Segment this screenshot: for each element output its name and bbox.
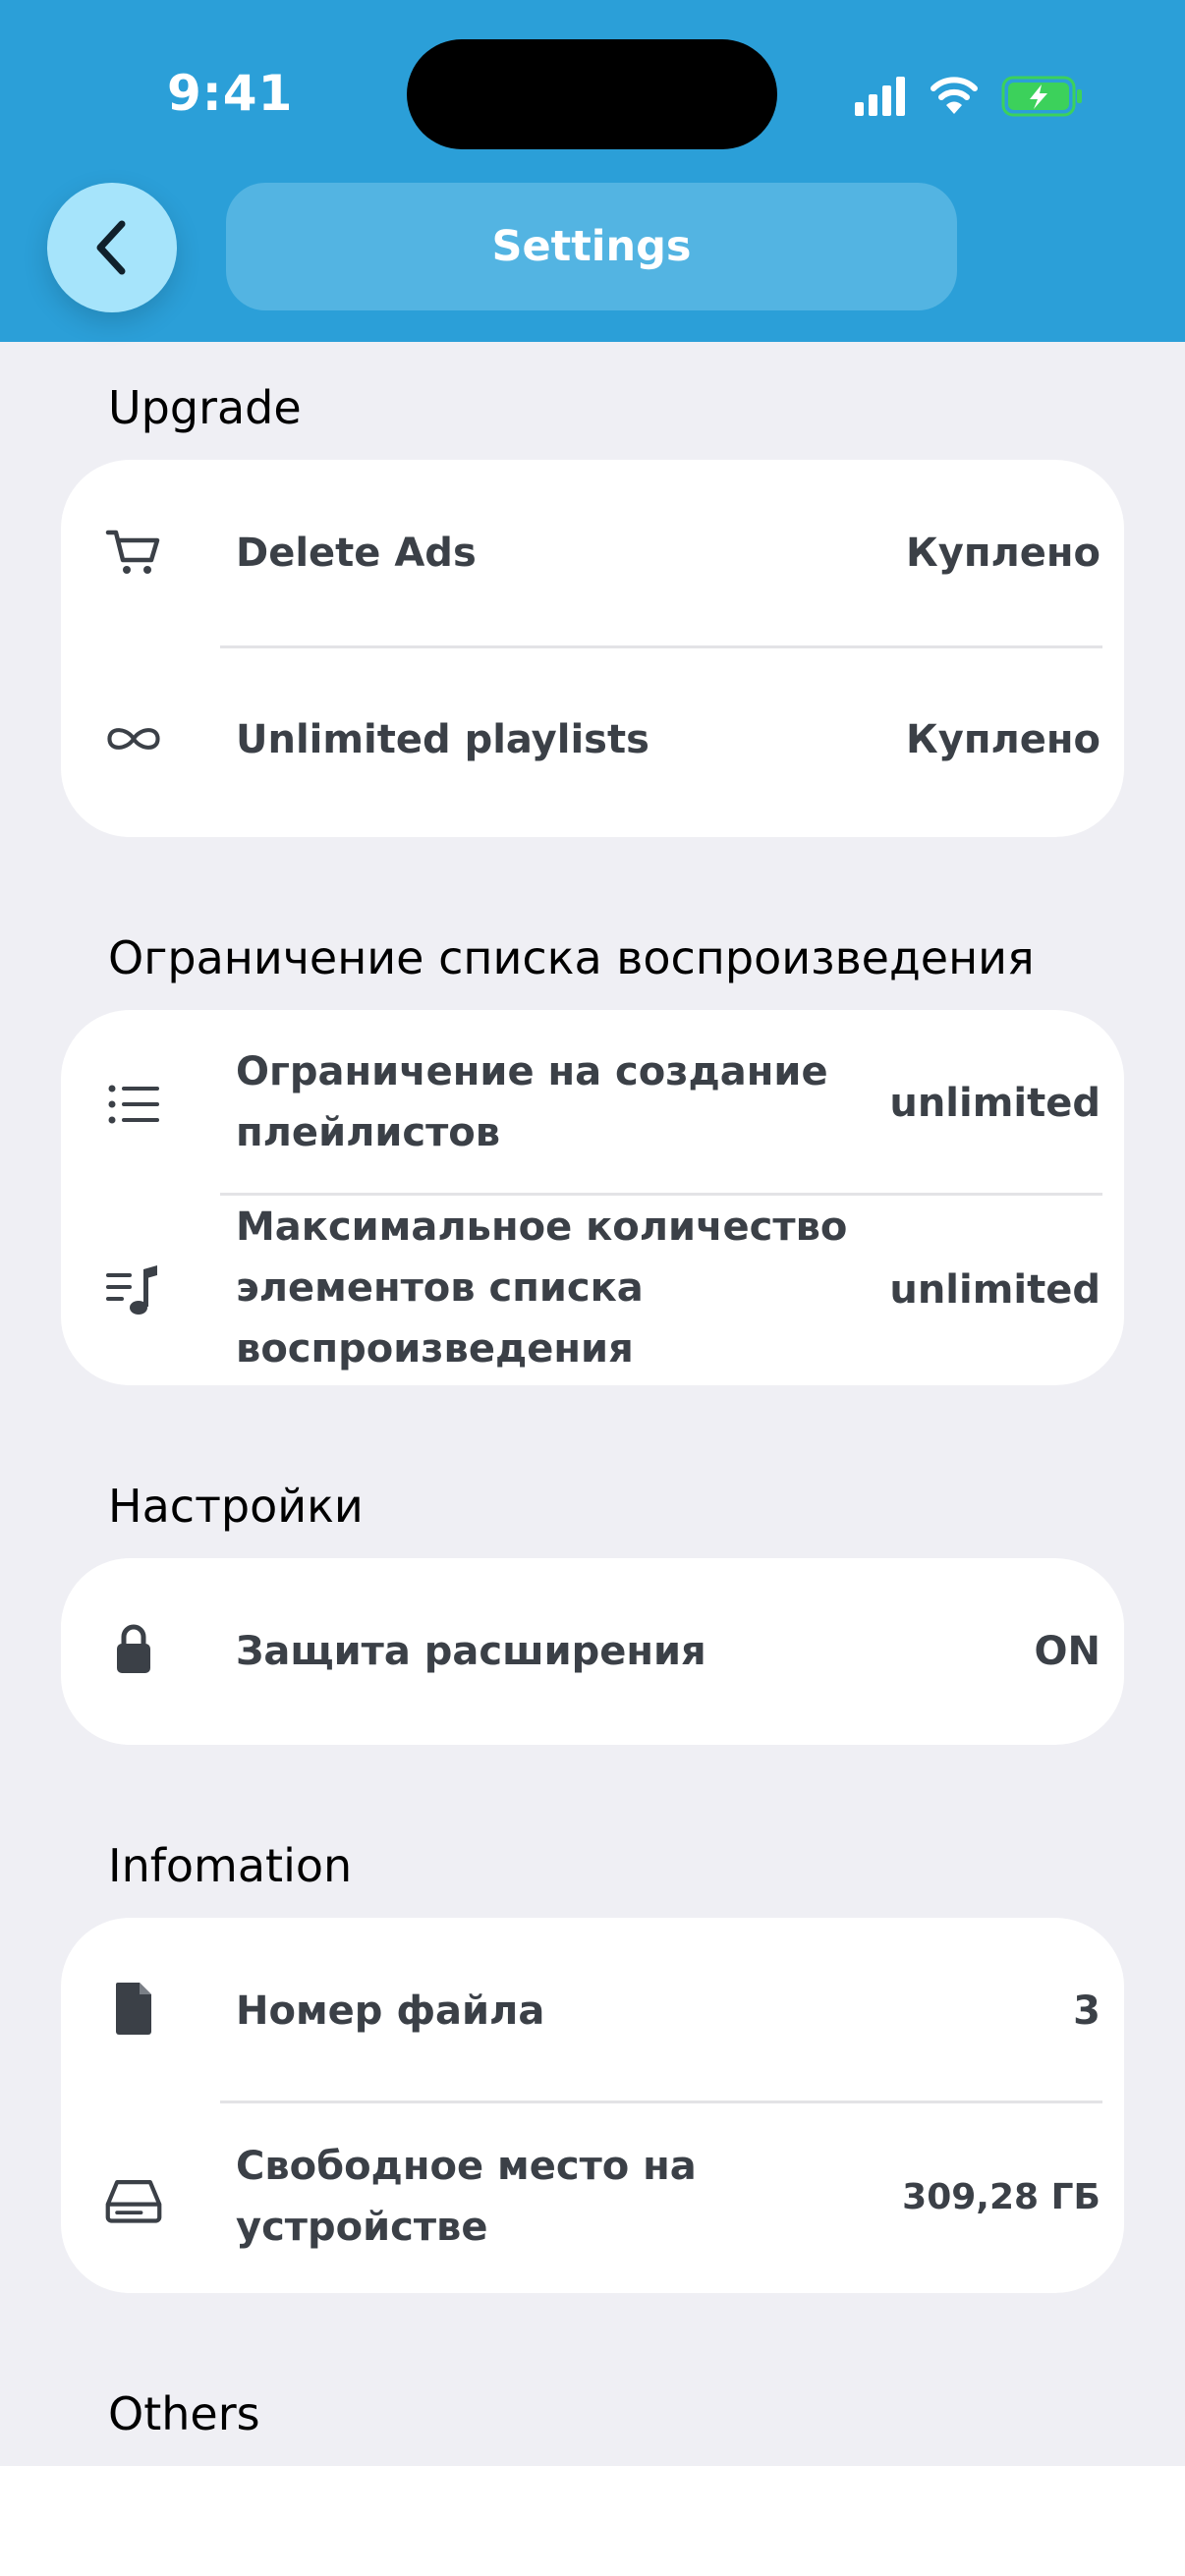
section-title-information: Infomation: [108, 1839, 353, 1892]
row-value: 309,28 ГБ: [902, 2177, 1100, 2217]
section-title-playlist-limits: Ограничение списка воспроизведения: [108, 931, 1035, 984]
row-value: unlimited: [889, 1081, 1100, 1126]
row-label: Delete Ads: [236, 531, 477, 576]
row-playlist-creation-limit[interactable]: Ограничение на создание плейлистов unlim…: [61, 1010, 1124, 1197]
row-label: Номер файла: [236, 1988, 545, 2034]
battery-icon: [1001, 76, 1082, 117]
header-bar: 9:41 Settings: [0, 0, 1185, 342]
storage-drive-icon: [104, 2169, 163, 2228]
row-label: Свободное место на устройстве: [236, 2144, 697, 2250]
page-title: Settings: [226, 183, 957, 310]
file-icon: [104, 1979, 163, 2038]
section-title-upgrade: Upgrade: [108, 381, 302, 434]
row-label: Максимальное количество элементов списка…: [236, 1204, 848, 1372]
row-label: Защита расширения: [236, 1629, 706, 1674]
infinity-icon: [104, 709, 163, 768]
lock-icon: [104, 1619, 163, 1678]
row-max-playlist-items[interactable]: Максимальное количество элементов списка…: [61, 1197, 1124, 1385]
extension-protection-toggle-value[interactable]: ON: [1035, 1621, 1100, 1682]
section-title-others: Others: [108, 2387, 260, 2440]
row-unlimited-playlists[interactable]: Unlimited playlists Куплено: [61, 648, 1124, 837]
card-information: Номер файла 3 Свободное место на устройс…: [61, 1918, 1124, 2293]
divider: [220, 2100, 1102, 2103]
section-title-settings: Настройки: [108, 1480, 364, 1533]
status-icons: [855, 76, 1082, 117]
row-extension-protection[interactable]: Защита расширения ON: [61, 1558, 1124, 1745]
signal-icon: [855, 77, 905, 116]
row-value: unlimited: [889, 1267, 1100, 1313]
card-playlist-limits: Ограничение на создание плейлистов unlim…: [61, 1010, 1124, 1385]
divider: [220, 1193, 1102, 1196]
row-label: Unlimited playlists: [236, 717, 649, 762]
row-delete-ads[interactable]: Delete Ads Куплено: [61, 460, 1124, 648]
dynamic-island: [407, 39, 777, 149]
row-free-space[interactable]: Свободное место на устройстве 309,28 ГБ: [61, 2104, 1124, 2293]
others-card-partial: [0, 2466, 1185, 2576]
cart-icon: [104, 523, 163, 582]
row-value: 3: [1073, 1988, 1100, 2034]
row-value: Куплено: [906, 717, 1100, 762]
playlist-music-icon: [104, 1261, 163, 1320]
card-upgrade: Delete Ads Куплено Unlimited playlists К…: [61, 460, 1124, 837]
list-icon: [104, 1075, 163, 1134]
card-settings: Защита расширения ON: [61, 1558, 1124, 1745]
wifi-icon: [931, 77, 978, 114]
status-time: 9:41: [167, 65, 294, 122]
chevron-left-icon: [96, 220, 126, 275]
row-value: Куплено: [906, 531, 1100, 576]
row-label: Ограничение на создание плейлистов: [236, 1049, 828, 1155]
back-button[interactable]: [47, 183, 177, 312]
row-file-count[interactable]: Номер файла 3: [61, 1918, 1124, 2104]
